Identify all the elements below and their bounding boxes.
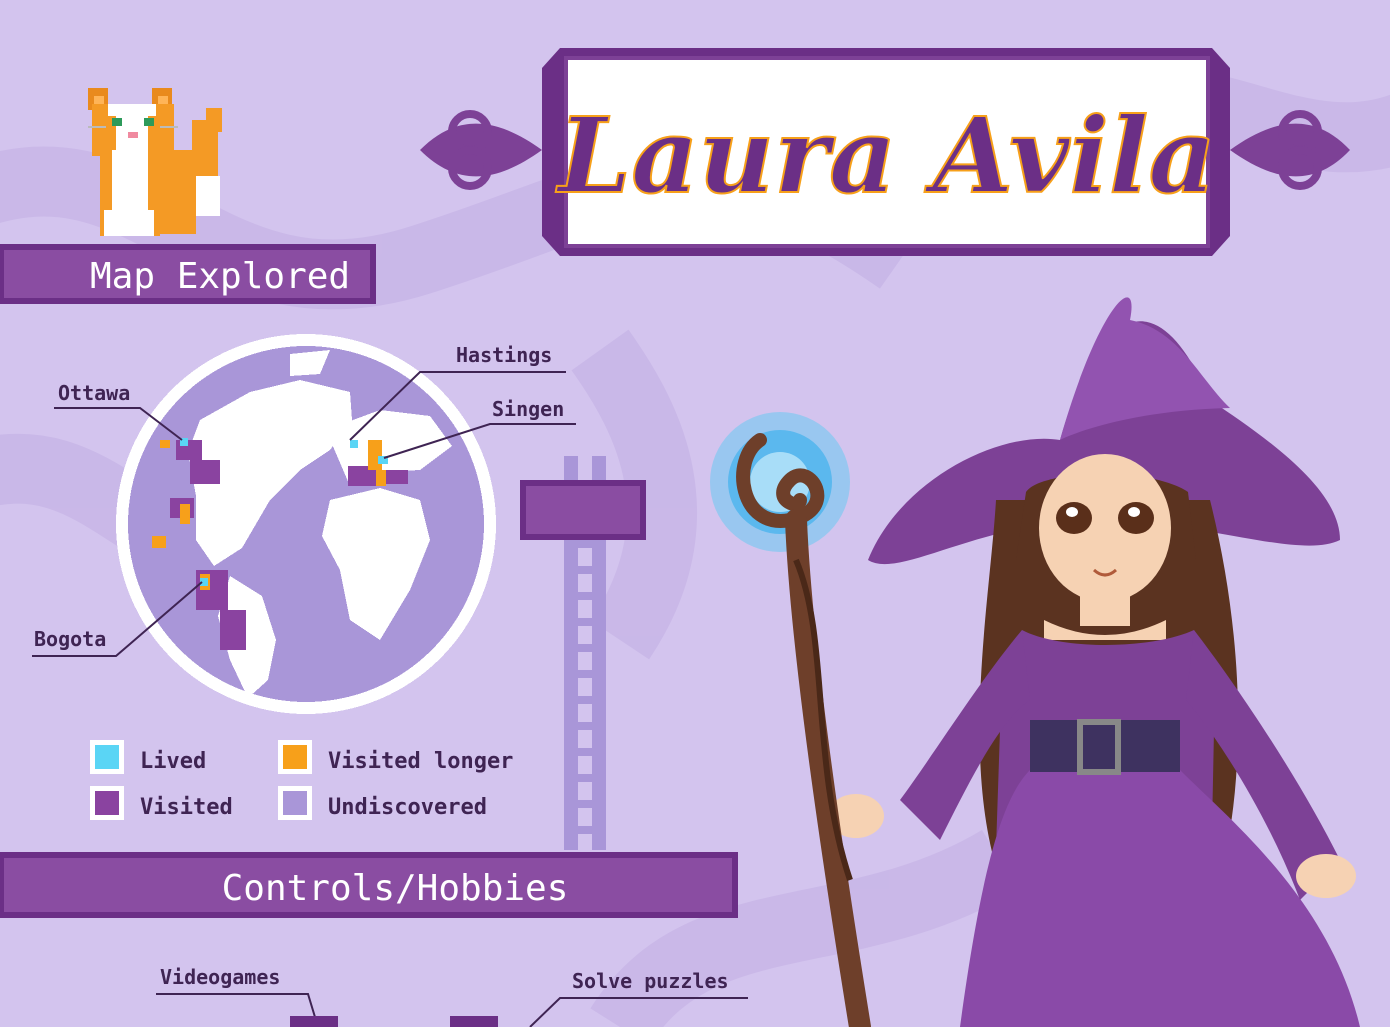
legend-label: Visited longer [328, 749, 513, 774]
hobby-solve-puzzles: Solve puzzles [572, 969, 729, 993]
label-bogota: Bogota [34, 627, 106, 651]
label-ottawa: Ottawa [58, 381, 130, 405]
legend-label: Visited [140, 795, 233, 820]
infographic-canvas: Map Explored Laura Avila Hastings Ottawa… [0, 48, 1390, 1027]
ladder [520, 456, 646, 850]
hobbies-header: Controls/Hobbies [0, 852, 738, 918]
name-banner: Laura Avila [420, 48, 1350, 256]
legend-item-lived: Lived [90, 740, 206, 774]
cat-sprite-icon [88, 88, 222, 236]
legend-item-visited: Visited [90, 786, 233, 820]
legend-label: Lived [140, 749, 206, 774]
map-explored-title: Map Explored [90, 256, 350, 297]
label-hastings: Hastings [456, 343, 552, 367]
legend-item-undiscovered: Undiscovered [278, 786, 487, 820]
legend-label: Undiscovered [328, 795, 487, 820]
label-singen: Singen [492, 397, 564, 421]
legend-item-visited-longer: Visited longer [278, 740, 513, 774]
map-explored-header: Map Explored [0, 244, 376, 304]
globe-map [116, 334, 496, 714]
witch-dress [828, 630, 1360, 1027]
map-legend: Lived Visited longer Visited Undiscovere… [90, 740, 513, 820]
hobby-videogames: Videogames [160, 965, 280, 989]
hobbies-title: Controls/Hobbies [222, 868, 569, 909]
name-title: Laura Avila [555, 94, 1216, 217]
